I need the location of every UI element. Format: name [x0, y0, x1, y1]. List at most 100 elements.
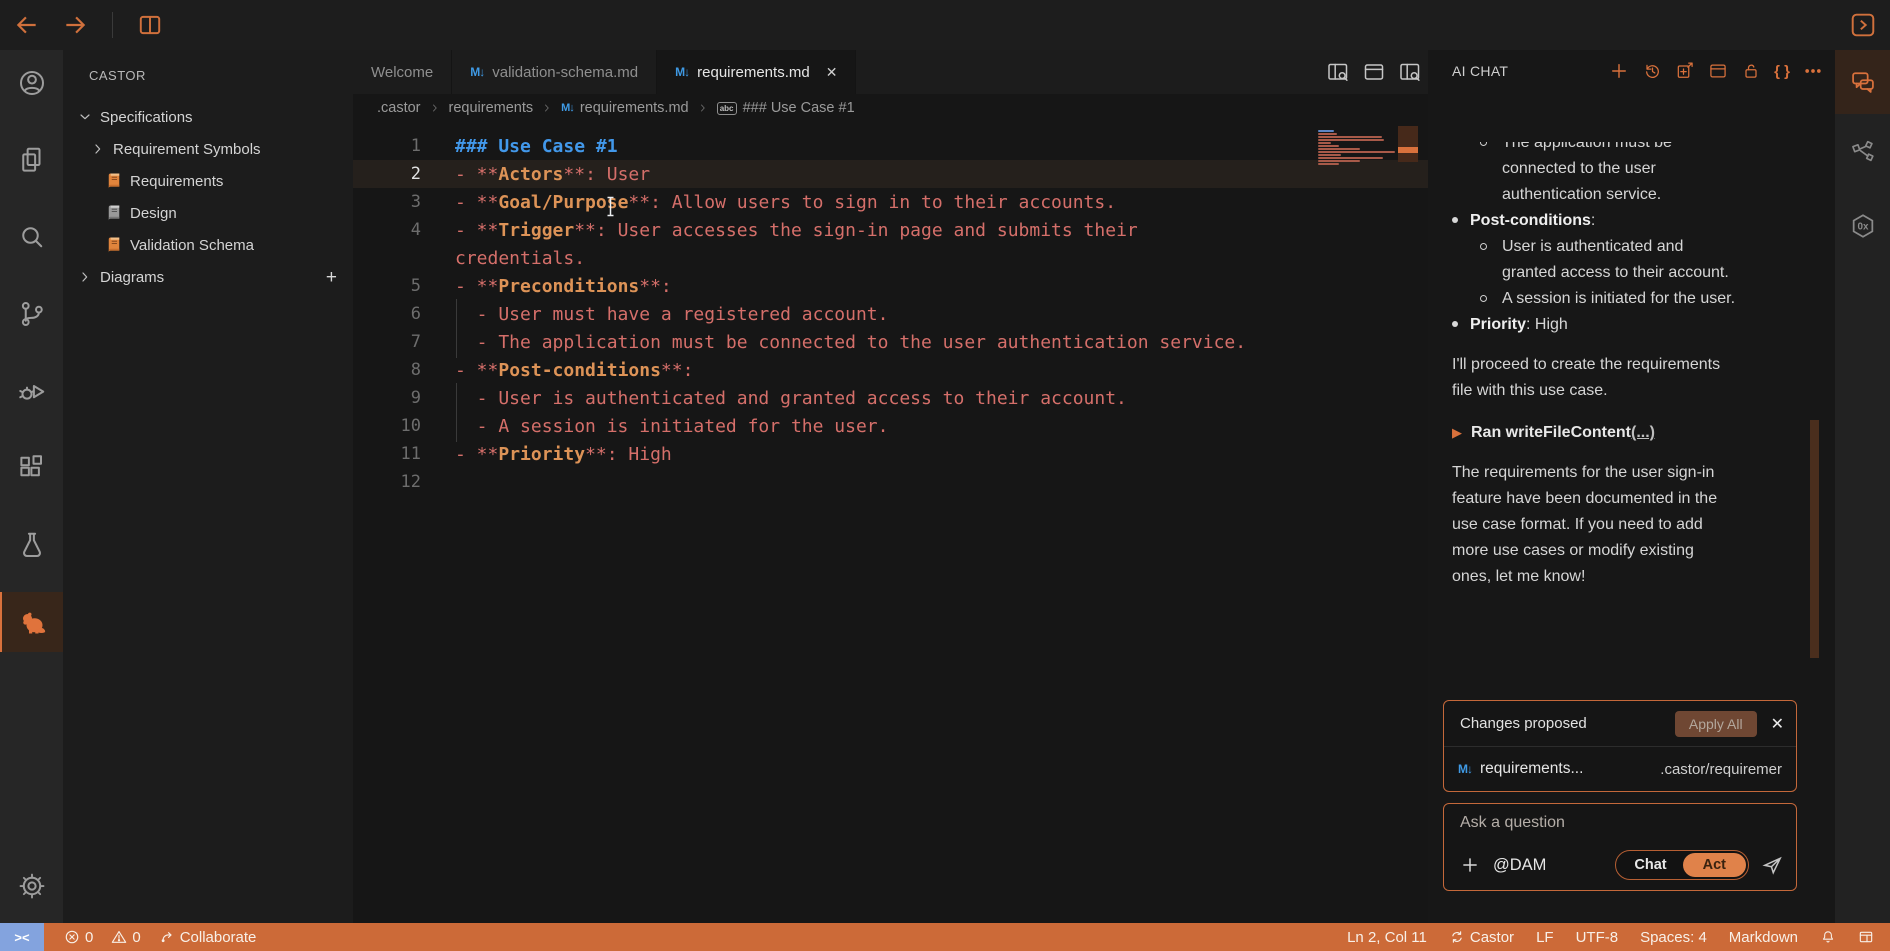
activity-item-source-control[interactable]	[0, 284, 63, 344]
activity-item-settings-gear[interactable]	[0, 856, 63, 916]
close-icon[interactable]: ✕	[1771, 714, 1784, 734]
sidebar-item-label: Validation Schema	[130, 237, 254, 254]
code-line[interactable]: 1### Use Case #1	[353, 132, 1428, 160]
code-line[interactable]: 8- **Post-conditions**:	[353, 356, 1428, 384]
activity-item-castor-beaver[interactable]	[0, 592, 63, 652]
code-line[interactable]: 5- **Preconditions**:	[353, 272, 1428, 300]
plus-icon[interactable]	[1609, 61, 1629, 81]
status-item-ln-2-col-11[interactable]: Ln 2, Col 11	[1339, 923, 1435, 951]
changes-header: Changes proposed Apply All ✕	[1444, 701, 1796, 747]
layout-panel-icon[interactable]	[1708, 61, 1728, 81]
sidebar: CASTOR SpecificationsRequirement Symbols…	[63, 50, 353, 923]
code-line[interactable]: 2- **Actors**: User	[353, 160, 1428, 188]
status-item-utf-8[interactable]: UTF-8	[1568, 923, 1627, 951]
scrollbar-overview-ruler[interactable]	[1398, 126, 1418, 162]
apply-all-button[interactable]: Apply All	[1675, 711, 1757, 737]
settings-gear-icon	[17, 871, 47, 901]
minimap[interactable]	[1318, 130, 1396, 166]
open-preview-side-icon[interactable]	[1398, 60, 1422, 84]
sidebar-item-diagrams[interactable]: Diagrams+	[63, 261, 353, 293]
tool-call-row[interactable]: ▶Ran writeFileContent(...)	[1452, 420, 1817, 446]
send-icon[interactable]	[1761, 854, 1784, 877]
app-window: CASTOR SpecificationsRequirement Symbols…	[0, 0, 1890, 951]
layout-panel-icon[interactable]	[1362, 60, 1386, 84]
code-line[interactable]: 9 - User is authenticated and granted ac…	[353, 384, 1428, 412]
mode-act[interactable]: Act	[1683, 853, 1746, 877]
sidebar-item-requirements[interactable]: Requirements	[63, 165, 353, 197]
back-arrow-icon[interactable]	[14, 12, 40, 38]
line-text: - User is authenticated and granted acce…	[455, 388, 1127, 409]
activity-item-account[interactable]	[0, 53, 63, 113]
tab-validation-schema-md[interactable]: M↓validation-schema.md	[452, 50, 657, 94]
chat-paragraph: The requirements for the user sign-in fe…	[1452, 460, 1817, 590]
status-item-spaces-4[interactable]: Spaces: 4	[1632, 923, 1715, 951]
source-control-icon	[17, 299, 47, 329]
chat-act-toggle[interactable]: Chat Act	[1615, 850, 1749, 880]
breadcrumb-item[interactable]: requirements	[449, 100, 534, 116]
chat-scrollbar[interactable]	[1810, 420, 1819, 658]
code-line[interactable]: 6 - User must have a registered account.	[353, 300, 1428, 328]
expand-triangle-icon[interactable]: ▶	[1452, 420, 1462, 446]
status-item-lf[interactable]: LF	[1528, 923, 1562, 951]
status-item-label: Spaces: 4	[1640, 929, 1707, 946]
tab-requirements-md[interactable]: M↓requirements.md✕	[657, 50, 856, 94]
sidebar-item-specifications[interactable]: Specifications	[63, 101, 353, 133]
export-file-icon[interactable]	[1675, 61, 1695, 81]
status-item-castor[interactable]: Castor	[1441, 923, 1522, 951]
status-item-layout-status[interactable]	[1850, 923, 1882, 951]
code-line[interactable]: 10 - A session is initiated for the user…	[353, 412, 1428, 440]
more-icon[interactable]	[1803, 61, 1823, 81]
mode-chat[interactable]: Chat	[1618, 857, 1682, 873]
sidebar-item-design[interactable]: Design	[63, 197, 353, 229]
forward-arrow-icon[interactable]	[62, 12, 88, 38]
unlock-icon[interactable]	[1741, 61, 1761, 81]
right-bar-item-hex-0x[interactable]: 0x	[1835, 194, 1890, 258]
ask-input[interactable]	[1460, 814, 1782, 832]
status-item-warning-triangle[interactable]: 0	[103, 923, 148, 951]
right-bar-item-chat-bubbles[interactable]	[1835, 50, 1890, 114]
sidebar-item-validation-schema[interactable]: Validation Schema	[63, 229, 353, 261]
code-editor[interactable]: 1### Use Case #12- **Actors**: User3- **…	[353, 122, 1428, 923]
code-line[interactable]: 11- **Priority**: High	[353, 440, 1428, 468]
breadcrumb-item[interactable]: .castor	[377, 100, 421, 116]
braces-icon[interactable]: { }	[1774, 63, 1790, 80]
add-diagram-button[interactable]: +	[326, 268, 337, 287]
sidebar-item-requirement-symbols[interactable]: Requirement Symbols	[63, 133, 353, 165]
right-edge-bar: 0x	[1835, 50, 1890, 923]
breadcrumb-item[interactable]: abc### Use Case #1	[717, 100, 855, 116]
changed-file-row[interactable]: M↓ requirements... .castor/requiremer	[1444, 747, 1796, 791]
panel-chevron-icon[interactable]	[1850, 12, 1876, 38]
code-line[interactable]: 7 - The application must be connected to…	[353, 328, 1428, 356]
mention-dam[interactable]: @DAM	[1493, 856, 1546, 875]
chat-sub-bullet-text: The application must be connected to the…	[1502, 142, 1672, 208]
open-preview-side-icon[interactable]	[1326, 60, 1350, 84]
activity-item-search[interactable]	[0, 207, 63, 267]
status-item-collaborate[interactable]: Collaborate	[151, 923, 265, 951]
status-item-error-circle[interactable]: 0	[56, 923, 101, 951]
flow-nodes-icon	[1849, 138, 1877, 166]
history-icon[interactable]	[1642, 61, 1662, 81]
breadcrumb-item[interactable]: M↓requirements.md	[561, 100, 688, 116]
activity-item-explorer-files[interactable]	[0, 130, 63, 190]
remote-indicator[interactable]: ><	[0, 923, 44, 951]
status-item-label: 0	[132, 929, 140, 946]
status-item-bell[interactable]	[1812, 923, 1844, 951]
close-icon[interactable]: ✕	[826, 64, 838, 81]
tool-call-args[interactable]: (...)	[1631, 420, 1655, 446]
right-bar-item-flow-nodes[interactable]	[1835, 120, 1890, 184]
split-editor-icon[interactable]	[137, 12, 163, 38]
editor-actions	[1326, 50, 1422, 94]
attach-plus-icon[interactable]	[1460, 855, 1480, 875]
status-item-markdown[interactable]: Markdown	[1721, 923, 1806, 951]
activity-item-extensions[interactable]	[0, 438, 63, 498]
code-line[interactable]: 3- **Goal/Purpose**: Allow users to sign…	[353, 188, 1428, 216]
line-text: - **Post-conditions**:	[455, 360, 693, 381]
code-line[interactable]: credentials.	[353, 244, 1428, 272]
line-text: - **Goal/Purpose**: Allow users to sign …	[455, 192, 1116, 213]
activity-item-test-flask[interactable]	[0, 515, 63, 575]
code-line[interactable]: 12	[353, 468, 1428, 496]
code-line[interactable]: 4- **Trigger**: User accesses the sign-i…	[353, 216, 1428, 244]
castor-beaver-icon	[18, 607, 48, 637]
tab-welcome[interactable]: Welcome	[353, 50, 452, 94]
activity-item-run-debug[interactable]	[0, 361, 63, 421]
